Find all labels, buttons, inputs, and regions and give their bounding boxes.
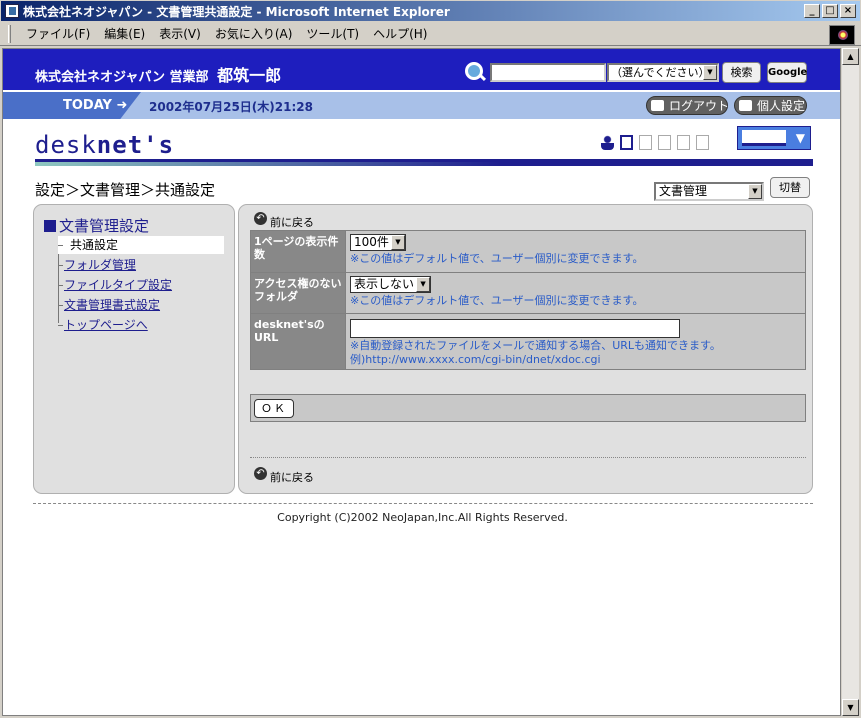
left-menu-format-settings[interactable]: 文書管理書式設定	[58, 296, 160, 314]
company-info: 株式会社ネオジャパン 営業部 都筑一郎	[35, 62, 281, 86]
folder-visibility-value: 表示しない	[354, 277, 415, 291]
header-divider-gradient	[35, 162, 813, 166]
setting-note: ※この値はデフォルト値で、ユーザー個別に変更できます。	[350, 294, 644, 307]
ie-app-icon	[5, 4, 19, 18]
left-menu-common-settings[interactable]: 共通設定	[58, 236, 224, 254]
browser-viewport: 株式会社ネオジャパン 営業部 都筑一郎 （選んでください） ▼ 検索 Googl…	[2, 48, 841, 716]
setting-row-page-size: 1ページの表示件数 100件 ▼ ※この値はデフォルト値で、ユーザー個別に変更で…	[250, 230, 806, 273]
page-size-select[interactable]: 100件 ▼	[350, 234, 406, 251]
logout-icon	[651, 100, 664, 111]
dotted-divider	[250, 457, 806, 458]
logout-label: ログアウト	[669, 99, 730, 113]
grid-icon[interactable]	[677, 135, 690, 150]
logo-text-bold: net's	[96, 131, 175, 159]
list-icon[interactable]	[696, 135, 709, 150]
function-select-value: 文書管理	[659, 184, 708, 198]
title-bar: 株式会社ネオジャパン - 文書管理共通設定 - Microsoft Intern…	[0, 0, 861, 22]
personal-settings-label: 個人設定	[757, 99, 806, 113]
chevron-down-icon: ▼	[795, 131, 805, 145]
setting-row-url: desknet'sのURL ※自動登録されたファイルをメールで通知する場合、UR…	[250, 313, 806, 370]
back-link-bottom[interactable]: 前に戻る	[254, 467, 314, 485]
minimize-button[interactable]: _	[804, 4, 820, 18]
copyright: Copyright (C)2002 NeoJapan,Inc.All Right…	[277, 511, 568, 524]
footer-divider	[33, 503, 813, 504]
user-icon[interactable]	[601, 135, 614, 150]
close-button[interactable]: ×	[840, 4, 856, 18]
chevron-down-icon: ▼	[703, 65, 717, 80]
menu-help[interactable]: ヘルプ(H)	[366, 25, 434, 42]
menu-grip	[8, 24, 11, 43]
date-bar: TODAY ➜ 2002年07月25日(木)21:28 ログアウト 個人設定	[3, 92, 840, 119]
folder-visibility-select[interactable]: 表示しない ▼	[350, 276, 432, 293]
back-link-top[interactable]: 前に戻る	[254, 212, 314, 230]
maximize-button[interactable]: □	[822, 4, 838, 18]
org-chart-icon[interactable]	[620, 135, 633, 150]
left-menu-folder-management[interactable]: フォルダ管理	[58, 256, 136, 274]
company-name: 株式会社ネオジャパン 営業部	[35, 70, 209, 85]
setting-note: ※この値はデフォルト値で、ユーザー個別に変更できます。	[350, 252, 644, 265]
menu-view[interactable]: 表示(V)	[152, 25, 208, 42]
today-label: TODAY	[63, 98, 112, 113]
setting-note: ※自動登録されたファイルをメールで通知する場合、URLも通知できます。	[350, 339, 721, 352]
setting-label: アクセス権のないフォルダ	[250, 272, 346, 314]
left-menu-top-page[interactable]: トップページへ	[58, 316, 148, 334]
left-menu-title: 文書管理設定	[44, 215, 149, 236]
setting-value-cell: 表示しない ▼ ※この値はデフォルト値で、ユーザー個別に変更できます。	[345, 272, 806, 314]
logout-button[interactable]: ログアウト	[646, 96, 730, 115]
desknets-logo: desknet's	[35, 131, 174, 159]
setting-value-cell: 100件 ▼ ※この値はデフォルト値で、ユーザー個別に変更できます。	[345, 230, 806, 273]
menu-bar: ファイル(F) 編集(E) 表示(V) お気に入り(A) ツール(T) ヘルプ(…	[0, 22, 861, 46]
setting-label: desknet'sのURL	[250, 313, 346, 370]
search-icon	[465, 62, 483, 80]
app-menu-icon	[742, 130, 786, 146]
action-row: ＯＫ	[250, 394, 806, 422]
search-input[interactable]	[490, 63, 606, 82]
menu-favorites[interactable]: お気に入り(A)	[208, 25, 300, 42]
chevron-down-icon: ▼	[416, 277, 431, 292]
scroll-down-icon[interactable]: ▼	[842, 699, 859, 716]
search-button[interactable]: 検索	[722, 62, 761, 83]
window-controls: _ □ ×	[804, 4, 856, 18]
setting-label: 1ページの表示件数	[250, 230, 346, 273]
menu-edit[interactable]: 編集(E)	[97, 25, 152, 42]
windows-logo-icon	[829, 25, 855, 45]
breadcrumb: 設定＞文書管理＞共通設定	[35, 181, 216, 199]
menu-tools[interactable]: ツール(T)	[299, 25, 366, 42]
personal-settings-button[interactable]: 個人設定	[734, 96, 807, 115]
switch-button[interactable]: 切替	[770, 177, 810, 198]
header-bar: 株式会社ネオジャパン 営業部 都筑一郎 （選んでください） ▼ 検索 Googl…	[3, 49, 840, 91]
page-size-value: 100件	[354, 235, 389, 249]
google-button[interactable]: Google	[767, 62, 807, 83]
settings-table: 1ページの表示件数 100件 ▼ ※この値はデフォルト値で、ユーザー個別に変更で…	[250, 230, 806, 370]
setting-example: 例)http://www.xxxx.com/cgi-bin/dnet/xdoc.…	[350, 353, 601, 366]
window-title: 株式会社ネオジャパン - 文書管理共通設定 - Microsoft Intern…	[23, 4, 450, 19]
setting-value-cell: ※自動登録されたファイルをメールで通知する場合、URLも通知できます。 例)ht…	[345, 313, 806, 370]
current-datetime: 2002年07月25日(木)21:28	[149, 100, 313, 114]
user-name: 都筑一郎	[217, 66, 282, 85]
today-tab: TODAY ➜	[3, 92, 141, 119]
chevron-down-icon: ▼	[748, 184, 762, 199]
left-menu-file-type-settings[interactable]: ファイルタイプ設定	[58, 276, 172, 294]
edit-icon[interactable]	[658, 135, 671, 150]
search-target-value: （選んでください）	[611, 66, 710, 79]
app-menu-dropdown[interactable]: ▼	[737, 126, 811, 150]
settings-panel: 前に戻る 1ページの表示件数 100件 ▼ ※この値はデフォルト値で、ユーザー個…	[238, 204, 813, 494]
logo-text-light: desk	[35, 131, 97, 159]
search-target-select[interactable]: （選んでください） ▼	[607, 63, 719, 82]
tool-icons	[601, 135, 709, 150]
scroll-up-icon[interactable]: ▲	[842, 48, 859, 65]
document-icon[interactable]	[639, 135, 652, 150]
chevron-down-icon: ▼	[390, 235, 405, 250]
function-select[interactable]: 文書管理 ▼	[654, 182, 764, 201]
ok-button[interactable]: ＯＫ	[254, 399, 294, 418]
left-menu-panel: 文書管理設定 共通設定 フォルダ管理 ファイルタイプ設定 文書管理書式設定 トッ…	[33, 204, 235, 494]
url-input[interactable]	[350, 319, 680, 338]
setting-row-unauthorized-folder: アクセス権のないフォルダ 表示しない ▼ ※この値はデフォルト値で、ユーザー個別…	[250, 272, 806, 314]
arrows-icon	[739, 100, 752, 111]
vertical-scrollbar[interactable]: ▲ ▼	[841, 48, 859, 716]
menu-file[interactable]: ファイル(F)	[19, 25, 97, 42]
